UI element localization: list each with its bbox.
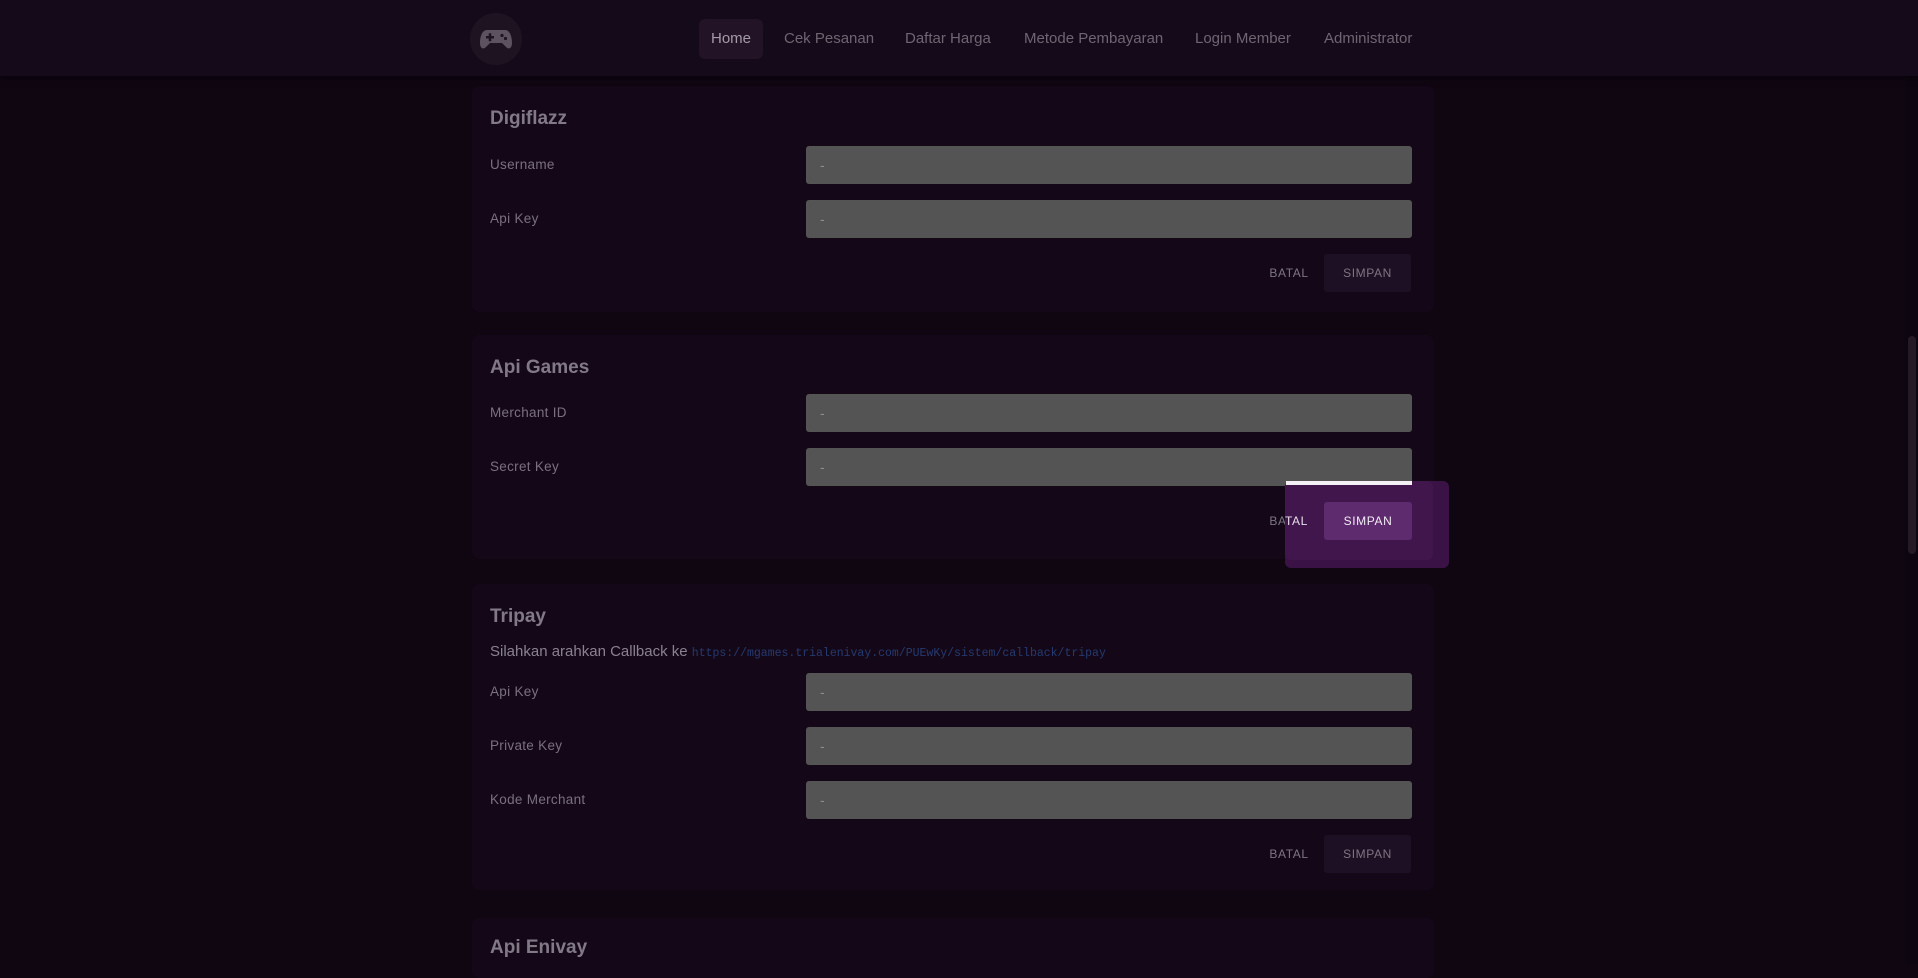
api-key-label: Api Key: [490, 211, 539, 226]
card-title: Api Games: [490, 357, 590, 378]
card-title: Api Enivay: [490, 937, 588, 958]
secret-key-label: Secret Key: [490, 459, 560, 474]
gamepad-icon: [480, 30, 512, 49]
api-key-input[interactable]: [806, 673, 1412, 711]
card-title: Digiflazz: [490, 108, 568, 129]
save-button[interactable]: SIMPAN: [1324, 835, 1411, 873]
cancel-button[interactable]: BATAL: [1254, 254, 1324, 292]
kode-merchant-input[interactable]: [806, 781, 1412, 819]
kode-merchant-label: Kode Merchant: [490, 792, 586, 807]
callback-url-link[interactable]: https://mgames.trialenivay.com/PUEwKy/si…: [692, 647, 1106, 660]
nav-cek-pesanan[interactable]: Cek Pesanan: [772, 19, 886, 59]
save-button[interactable]: SIMPAN: [1324, 254, 1411, 292]
scrollbar-thumb[interactable]: [1908, 336, 1916, 554]
nav-home[interactable]: Home: [699, 19, 764, 59]
username-input[interactable]: [806, 146, 1412, 184]
cancel-button-highlighted-part: TAL: [1285, 514, 1308, 528]
card-title: Tripay: [490, 606, 546, 627]
scrollbar[interactable]: [1906, 0, 1918, 965]
logo[interactable]: [470, 13, 522, 65]
callback-info: Silahkan arahkan Callback ke https://mga…: [490, 643, 1106, 660]
nav-login-member[interactable]: Login Member: [1183, 19, 1303, 59]
api-key-input[interactable]: [806, 200, 1412, 238]
nav-metode-pembayaran[interactable]: Metode Pembayaran: [1012, 19, 1175, 59]
tripay-card: Tripay Silahkan arahkan Callback ke http…: [472, 584, 1434, 890]
private-key-label: Private Key: [490, 738, 563, 753]
merchant-id-label: Merchant ID: [490, 405, 567, 420]
username-label: Username: [490, 157, 555, 172]
top-navbar: Home Cek Pesanan Daftar Harga Metode Pem…: [0, 0, 1918, 76]
cancel-button[interactable]: BATAL: [1254, 835, 1324, 873]
nav-administrator[interactable]: Administrator: [1312, 19, 1424, 59]
callback-text: Silahkan arahkan Callback ke: [490, 643, 688, 660]
private-key-input[interactable]: [806, 727, 1412, 765]
digiflazz-card: Digiflazz Username Api Key BATAL SIMPAN: [472, 86, 1434, 312]
apienivay-card: Api Enivay: [472, 918, 1434, 978]
save-button-highlighted[interactable]: SIMPAN: [1324, 502, 1412, 540]
api-key-label: Api Key: [490, 684, 539, 699]
highlight-edge: [1286, 481, 1412, 485]
merchant-id-input[interactable]: [806, 394, 1412, 432]
nav-daftar-harga[interactable]: Daftar Harga: [893, 19, 1003, 59]
